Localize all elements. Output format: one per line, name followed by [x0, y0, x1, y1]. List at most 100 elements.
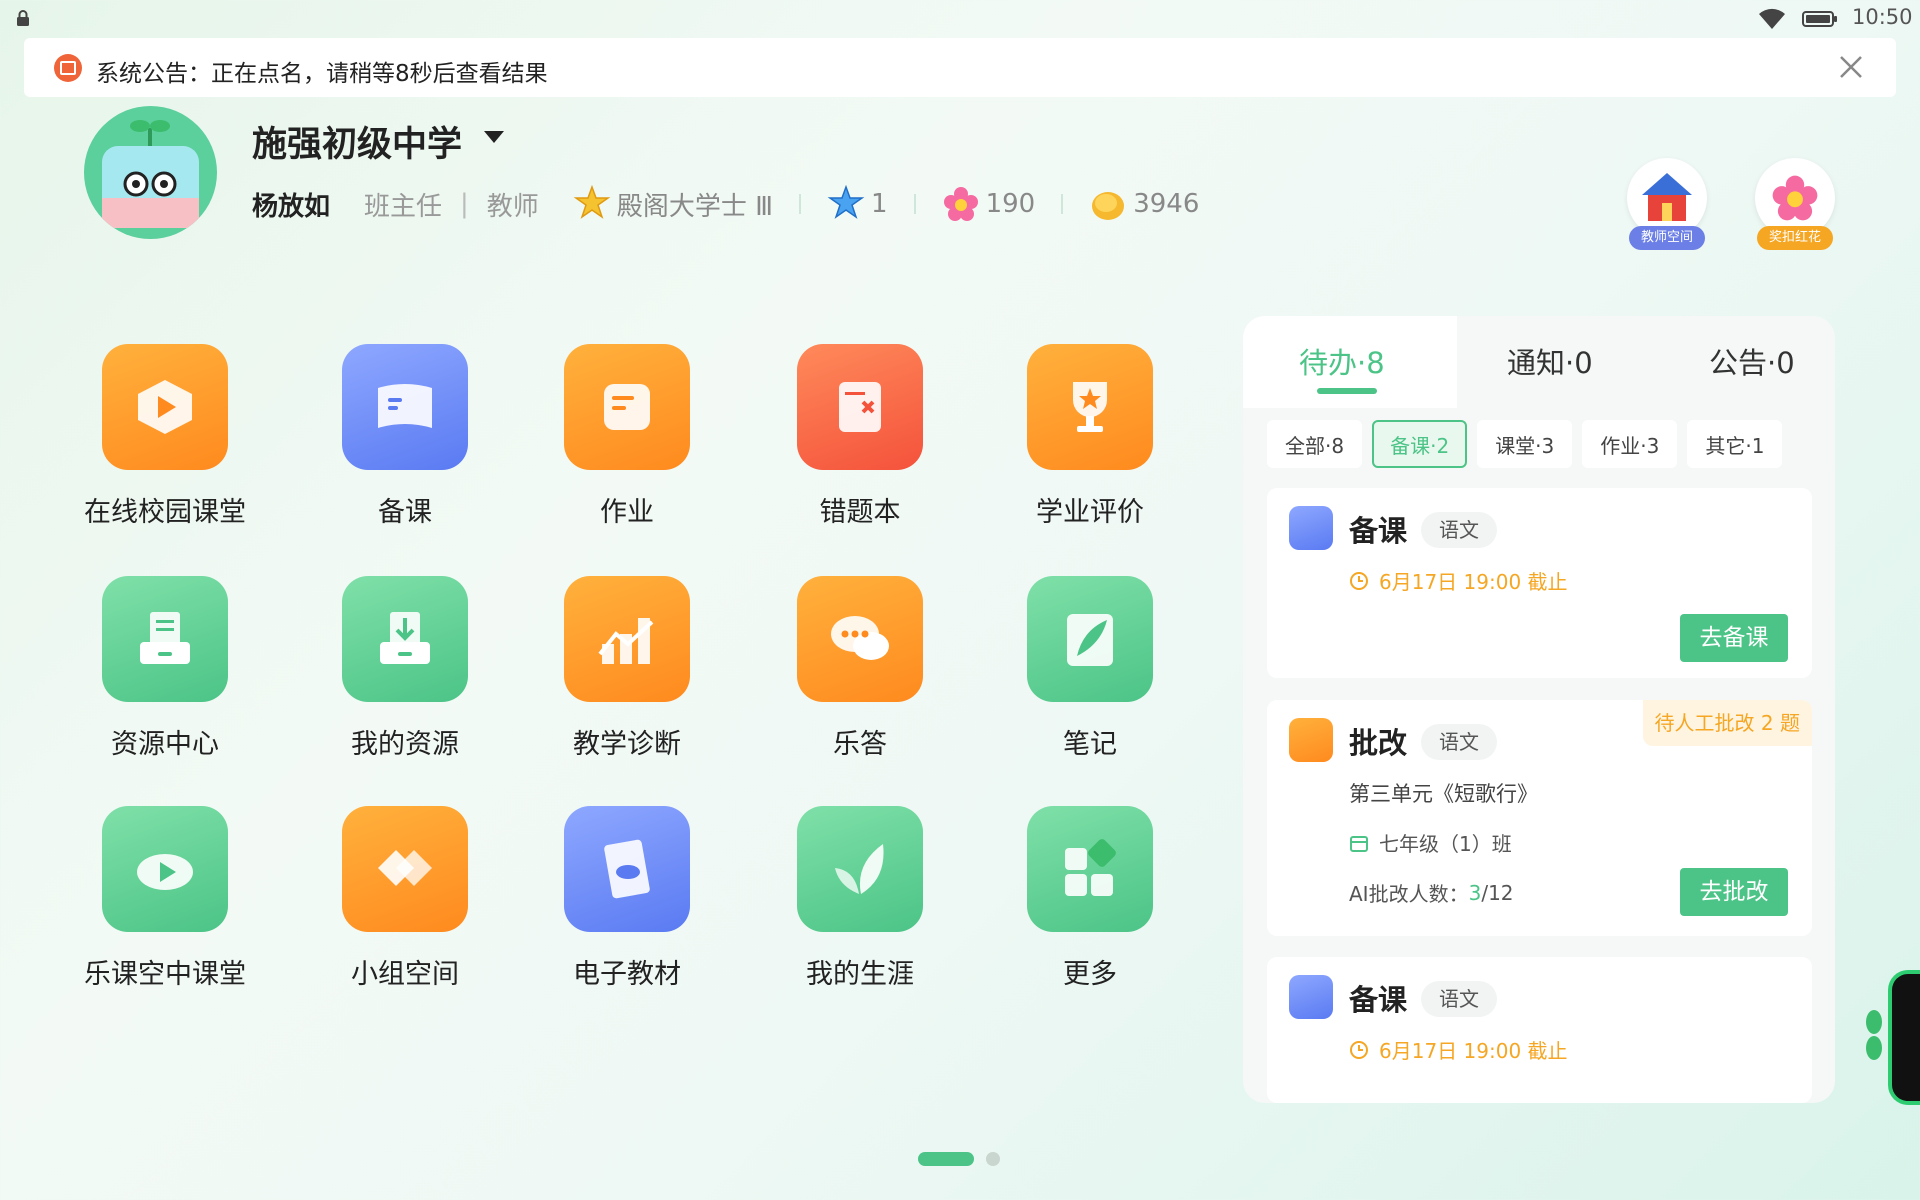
- tab-active-indicator: [1317, 388, 1377, 394]
- homework-edit-icon: [1289, 718, 1333, 762]
- app-tile[interactable]: 我的生涯: [760, 806, 960, 996]
- chip-classroom[interactable]: 课堂·3: [1477, 420, 1573, 468]
- avatar[interactable]: [84, 106, 217, 239]
- rank-stat[interactable]: 殿阁大学士 Ⅲ: [573, 185, 773, 223]
- subject-tag: 语文: [1421, 512, 1497, 548]
- clock-icon: [1350, 571, 1368, 590]
- card-title: 批改: [1349, 726, 1408, 760]
- deadline: 6月17日 19:00 截止: [1349, 566, 1568, 595]
- subject-tag: 语文: [1421, 724, 1497, 760]
- chip-homework[interactable]: 作业·3: [1582, 420, 1678, 468]
- more-blocks-icon: [1027, 806, 1153, 932]
- flower-icon: [1772, 175, 1818, 221]
- chart-bars-icon: [564, 576, 690, 702]
- homework-edit-icon: [564, 344, 690, 470]
- app-tile[interactable]: 资源中心: [65, 576, 265, 766]
- tab-notices[interactable]: 通知·0: [1507, 340, 1593, 382]
- announcement-text: 系统公告：正在点名，请稍等8秒后查看结果: [96, 61, 548, 87]
- card-title: 备课: [1349, 514, 1408, 548]
- lesson-book-icon: [1289, 975, 1333, 1019]
- floating-assistant-button[interactable]: [1888, 970, 1920, 1105]
- coin-stat[interactable]: 3946: [1089, 185, 1199, 223]
- app-tile[interactable]: 错题本: [760, 344, 960, 534]
- coin-count: 3946: [1133, 189, 1200, 219]
- todo-card[interactable]: 待人工批改 2 题 批改 语文 第三单元《短歌行》 七年级（1）班 AI批改人数…: [1267, 700, 1812, 936]
- app-label: 我的资源: [351, 729, 459, 760]
- flower-stat[interactable]: 190: [942, 185, 1036, 223]
- filter-chips: 全部·8 备课·2 课堂·3 作业·3 其它·1: [1267, 420, 1783, 468]
- coin-icon: [1092, 192, 1125, 220]
- app-tile[interactable]: 学业评价: [990, 344, 1190, 534]
- app-tile[interactable]: 小组空间: [305, 806, 505, 996]
- role-separator: |: [460, 189, 469, 219]
- wrong-notebook-icon: [797, 344, 923, 470]
- app-tile[interactable]: 乐答: [760, 576, 960, 766]
- role-secondary: 教师: [486, 191, 539, 222]
- close-icon[interactable]: [1836, 52, 1866, 82]
- battery-icon: [1802, 11, 1837, 27]
- ai-done-count: 3: [1468, 880, 1482, 905]
- class-line: 七年级（1）班: [1349, 828, 1512, 857]
- subject-tag: 语文: [1421, 981, 1497, 1017]
- lesson-book-icon: [342, 344, 468, 470]
- announcement-icon: [54, 54, 82, 82]
- chat-bubble-icon: [797, 576, 923, 702]
- page-indicator[interactable]: [986, 1152, 1000, 1166]
- teacher-space-button[interactable]: 教师空间: [1625, 158, 1709, 256]
- reward-flower-button[interactable]: 奖扣红花: [1753, 158, 1837, 256]
- tab-todo[interactable]: 待办·8: [1299, 340, 1385, 382]
- card-title: 备课: [1349, 983, 1408, 1017]
- app-label: 备课: [378, 497, 432, 528]
- todo-card[interactable]: 备课 语文 6月17日 19:00 截止: [1267, 957, 1812, 1103]
- tab-announcements[interactable]: 公告·0: [1709, 340, 1795, 382]
- app-label: 错题本: [819, 497, 901, 528]
- todo-card[interactable]: 备课 语文 6月17日 19:00 截止 去备课: [1267, 488, 1812, 678]
- school-name[interactable]: 施强初级中学: [252, 116, 462, 167]
- app-label: 乐答: [833, 729, 887, 760]
- role-primary: 班主任: [364, 191, 443, 222]
- app-tile[interactable]: 更多: [990, 806, 1190, 996]
- app-label: 小组空间: [351, 959, 459, 990]
- flower-count: 190: [985, 189, 1036, 219]
- rank-title: 殿阁大学士 Ⅲ: [616, 191, 774, 222]
- teacher-space-label: 教师空间: [1629, 226, 1705, 250]
- handshake-icon: [342, 806, 468, 932]
- wifi-icon: [1759, 8, 1785, 29]
- le-count: 1: [871, 189, 888, 219]
- house-icon: [1642, 173, 1692, 221]
- app-label: 电子教材: [573, 959, 681, 990]
- rank-badge-icon: [573, 185, 611, 219]
- deadline-text: 6月17日 19:00 截止: [1379, 1039, 1568, 1063]
- app-tile[interactable]: 作业: [527, 344, 727, 534]
- user-name: 杨放如: [252, 191, 331, 222]
- clock-icon: [1350, 1040, 1368, 1059]
- flower-icon: [943, 187, 978, 221]
- go-grade-button[interactable]: 去批改: [1680, 868, 1788, 916]
- profile-info-row: 杨放如 班主任 | 教师 殿阁大学士 Ⅲ 1 190 3946: [252, 184, 1199, 224]
- chip-other[interactable]: 其它·1: [1687, 420, 1783, 468]
- app-label: 更多: [1063, 959, 1117, 990]
- app-tile[interactable]: 在线校园课堂: [65, 344, 265, 534]
- lock-icon: [17, 10, 29, 26]
- app-tile[interactable]: 笔记: [990, 576, 1190, 766]
- app-tile[interactable]: 乐课空中课堂: [65, 806, 265, 996]
- calendar-icon: [1350, 835, 1368, 852]
- chevron-down-icon[interactable]: [484, 131, 504, 143]
- ai-total-count: /12: [1481, 880, 1514, 905]
- go-prepare-button[interactable]: 去备课: [1680, 614, 1788, 662]
- class-name: 七年级（1）班: [1379, 832, 1512, 856]
- chip-lesson-prep[interactable]: 备课·2: [1372, 420, 1468, 468]
- app-label: 资源中心: [111, 729, 219, 760]
- le-star-icon: [827, 185, 865, 219]
- le-stat[interactable]: 1: [827, 185, 888, 223]
- unit-name: 第三单元《短歌行》: [1349, 782, 1538, 806]
- app-label: 乐课空中课堂: [84, 959, 246, 990]
- page-indicator-active[interactable]: [918, 1152, 974, 1166]
- app-tile[interactable]: 我的资源: [305, 576, 505, 766]
- app-tile[interactable]: 备课: [305, 344, 505, 534]
- app-tile[interactable]: 电子教材: [527, 806, 727, 996]
- chip-all[interactable]: 全部·8: [1267, 420, 1363, 468]
- feather-note-icon: [1027, 576, 1153, 702]
- leaf-sprout-icon: [797, 806, 923, 932]
- app-tile[interactable]: 教学诊断: [527, 576, 727, 766]
